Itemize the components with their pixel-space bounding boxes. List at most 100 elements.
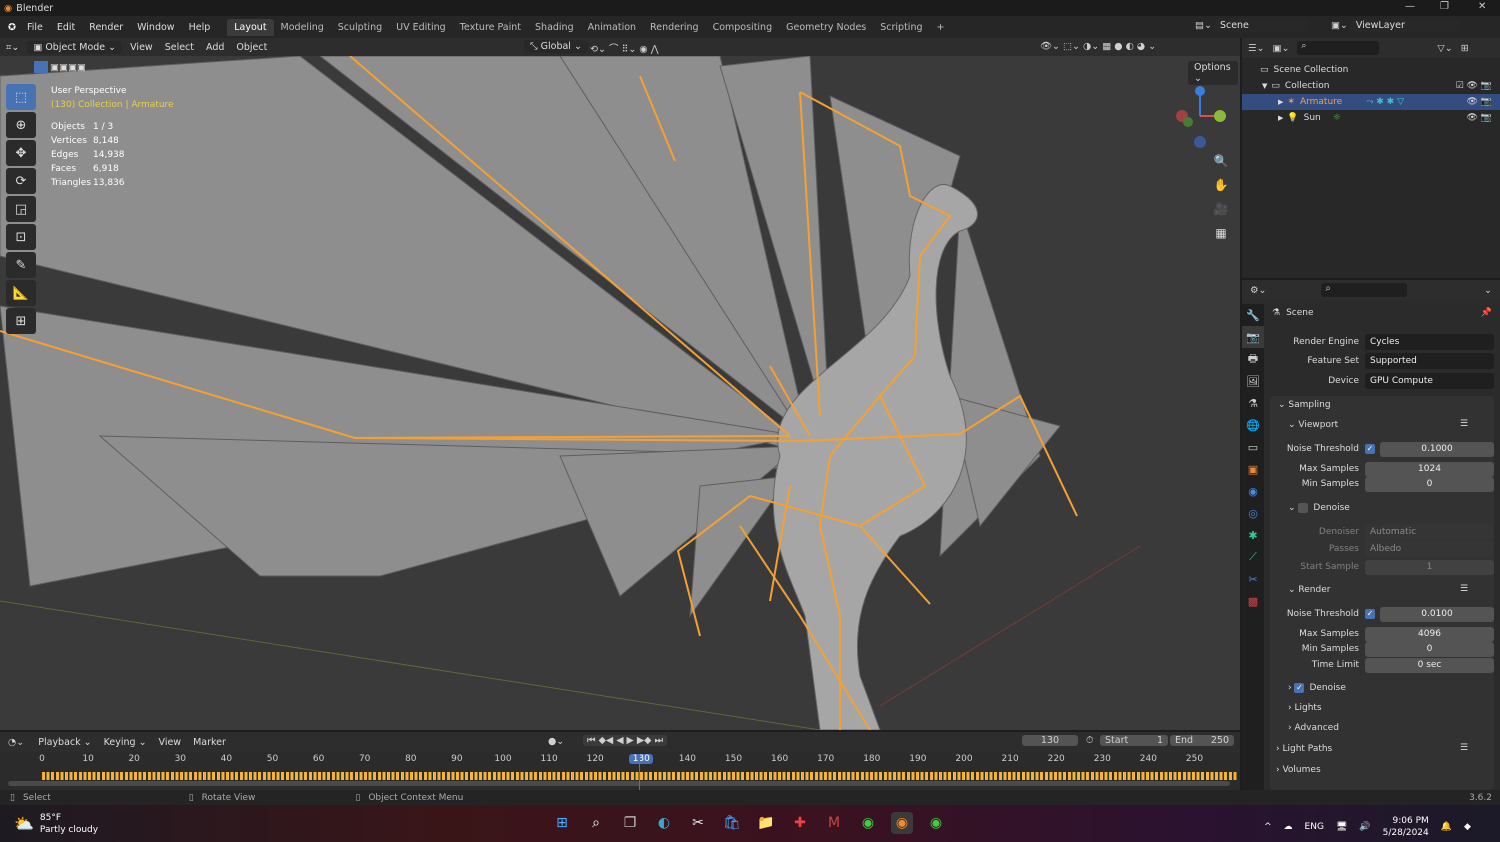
onedrive-icon[interactable]: ☁ [1284,822,1293,832]
menu-window[interactable]: Window [130,22,181,33]
task-view-icon[interactable]: ❐ [619,812,641,834]
render-subheader[interactable]: ⌄ Render [1288,585,1330,595]
outliner-item-scene-collection[interactable]: ▭ Scene Collection [1242,62,1500,78]
playback-controls[interactable]: ⏮ ◆◀ ◀ ▶ ▶◆ ⏭ [583,735,668,746]
language-indicator[interactable]: ENG [1305,822,1324,832]
lights-subheader[interactable]: › Lights [1288,703,1322,713]
menu-file[interactable]: File [20,22,50,33]
menu-playback[interactable]: Playback ⌄ [32,735,97,750]
app-icon-m[interactable]: M [823,812,845,834]
visibility-icons[interactable]: 👁 📷 [1467,97,1493,107]
menu-view[interactable]: View [153,735,188,750]
ortho-grid-icon[interactable]: ▦ [1210,222,1232,244]
pivot-icon[interactable]: ⟲⌄ ⌒ ⠿⌄ ◉ ⋀ [590,41,659,55]
sampling-header[interactable]: ⌄ Sampling [1278,400,1331,410]
scene-tab-icon[interactable]: ⚗ [1242,392,1264,414]
time-limit-field[interactable]: 0 sec [1365,657,1494,673]
volumes-header[interactable]: › Volumes [1276,765,1321,775]
outliner-item-collection[interactable]: ▼ ▭ Collection ☑ 👁 📷 [1242,78,1500,94]
display-mode-icon[interactable]: ☰⌄ [1248,43,1264,54]
keyframe-strip[interactable] [42,772,1238,780]
visibility-icons[interactable]: ☑ 👁 📷 [1456,81,1492,91]
modifier-tab-icon[interactable]: ◉ [1242,480,1264,502]
move-tool[interactable]: ✥ [6,140,36,166]
3d-viewport[interactable]: ▣▣▣▣ Options ⌄ [0,56,1240,730]
funnel-icon[interactable]: ▽⌄ [1437,43,1452,54]
network-icon[interactable]: 🖥 [1336,822,1347,832]
add-workspace-button[interactable]: + [930,19,952,36]
scene-icon[interactable]: ▤⌄ [1195,20,1212,31]
view-layer-icon[interactable]: ▣⌄ [1331,20,1348,31]
armature-data-tab-icon[interactable]: ✱ [1242,524,1264,546]
tab-sculpting[interactable]: Sculpting [331,19,389,36]
start-icon[interactable]: ⊞ [551,812,573,834]
tab-layout[interactable]: Layout [227,18,274,36]
menu-help[interactable]: Help [182,22,218,33]
tab-scripting[interactable]: Scripting [873,19,929,36]
selection-mode-buttons[interactable]: ▣▣▣▣ [34,61,86,73]
menu-object[interactable]: Object [230,40,273,55]
select-modes-icon[interactable]: ▣▣▣▣ [50,62,86,73]
noise-threshold-field[interactable]: 0.1000 [1380,441,1494,457]
close-button[interactable]: ✕ [1478,1,1486,12]
noise-threshold-field[interactable]: 0.0100 [1380,606,1494,622]
scale-tool[interactable]: ◲ [6,196,36,222]
object-tab-icon[interactable]: ▣ [1242,458,1264,480]
viewport-subheader[interactable]: ⌄ Viewport [1288,420,1338,430]
options-chevron[interactable]: ⌄ [1484,285,1492,296]
blender-taskbar-icon[interactable]: ◉ [891,812,913,834]
presets-icon[interactable]: ☰ [1460,584,1468,594]
chrome-profile-icon[interactable]: ◉ [925,812,947,834]
tray-chevron-icon[interactable]: ^ [1264,822,1272,832]
noise-threshold-checkbox[interactable]: ✓ [1365,444,1375,454]
passes-dropdown[interactable]: Albedo [1365,541,1494,557]
app-icon[interactable]: ✚ [789,812,811,834]
playhead[interactable] [639,754,640,790]
view-layer-tab-icon[interactable]: 🖼 [1242,370,1264,392]
presets-icon[interactable]: ☰ [1460,419,1468,429]
light-paths-header[interactable]: › Light Paths [1276,744,1332,754]
notification-bell-icon[interactable]: 🔔 [1441,822,1452,832]
viewport-shading-icons[interactable]: 👁⌄ ⬚⌄ ◑⌄ ▦ ● ◐ ◕ ⌄ [1040,41,1156,52]
expand-icon[interactable]: ▶ [1278,98,1283,106]
pan-hand-icon[interactable]: ✋ [1210,174,1232,196]
menu-render[interactable]: Render [82,22,130,33]
world-tab-icon[interactable]: 🌐 [1242,414,1264,436]
file-explorer-icon[interactable]: 📁 [755,812,777,834]
scene-selector[interactable]: Scene [1213,19,1309,32]
menu-select[interactable]: Select [159,40,200,55]
menu-marker[interactable]: Marker [187,735,232,750]
chrome-icon[interactable]: ◉ [857,812,879,834]
editor-type-icon[interactable]: ◔⌄ [8,737,24,748]
frame-ruler[interactable]: 0 10 20 30 40 50 60 70 80 90 100 110 120 130 140 150 160… [0,754,1240,768]
view-layer-selector[interactable]: ViewLayer [1349,19,1460,32]
tab-animation[interactable]: Animation [581,19,643,36]
pin-icon[interactable]: 📌 [1481,308,1492,318]
min-samples-field[interactable]: 0 [1365,476,1494,492]
output-tab-icon[interactable]: 🖶 [1242,348,1264,370]
snipping-tool-icon[interactable]: ✂ [687,812,709,834]
visibility-icons[interactable]: 👁 📷 [1467,113,1493,123]
new-collection-icon[interactable]: ⊞ [1461,43,1469,54]
tab-geometry-nodes[interactable]: Geometry Nodes [779,19,873,36]
render-tab-icon[interactable]: 📷 [1242,326,1264,348]
menu-view[interactable]: View [124,40,159,55]
max-samples-field[interactable]: 1024 [1365,461,1494,477]
cursor-tool[interactable]: ⊕ [6,112,36,138]
texture-tab-icon[interactable]: ▩ [1242,590,1264,612]
expand-icon[interactable]: ▼ [1262,82,1267,90]
start-sample-field[interactable]: 1 [1365,559,1494,575]
select-new-icon[interactable] [34,61,48,73]
menu-edit[interactable]: Edit [50,22,82,33]
tab-modeling[interactable]: Modeling [274,19,331,36]
viewport-denoise-header[interactable]: ⌄ Denoise [1288,503,1350,513]
timeline-scrollbar[interactable] [8,781,1230,786]
tab-uv-editing[interactable]: UV Editing [389,19,453,36]
max-samples-field[interactable]: 4096 [1365,626,1494,642]
filter-icon[interactable]: ▣⌄ [1272,43,1289,54]
render-engine-dropdown[interactable]: Cycles [1365,334,1494,350]
outliner-search-input[interactable]: ⌕ [1297,41,1380,55]
denoise-checkbox[interactable] [1298,503,1309,513]
min-samples-field[interactable]: 0 [1365,641,1494,657]
tab-texture-paint[interactable]: Texture Paint [453,19,528,36]
